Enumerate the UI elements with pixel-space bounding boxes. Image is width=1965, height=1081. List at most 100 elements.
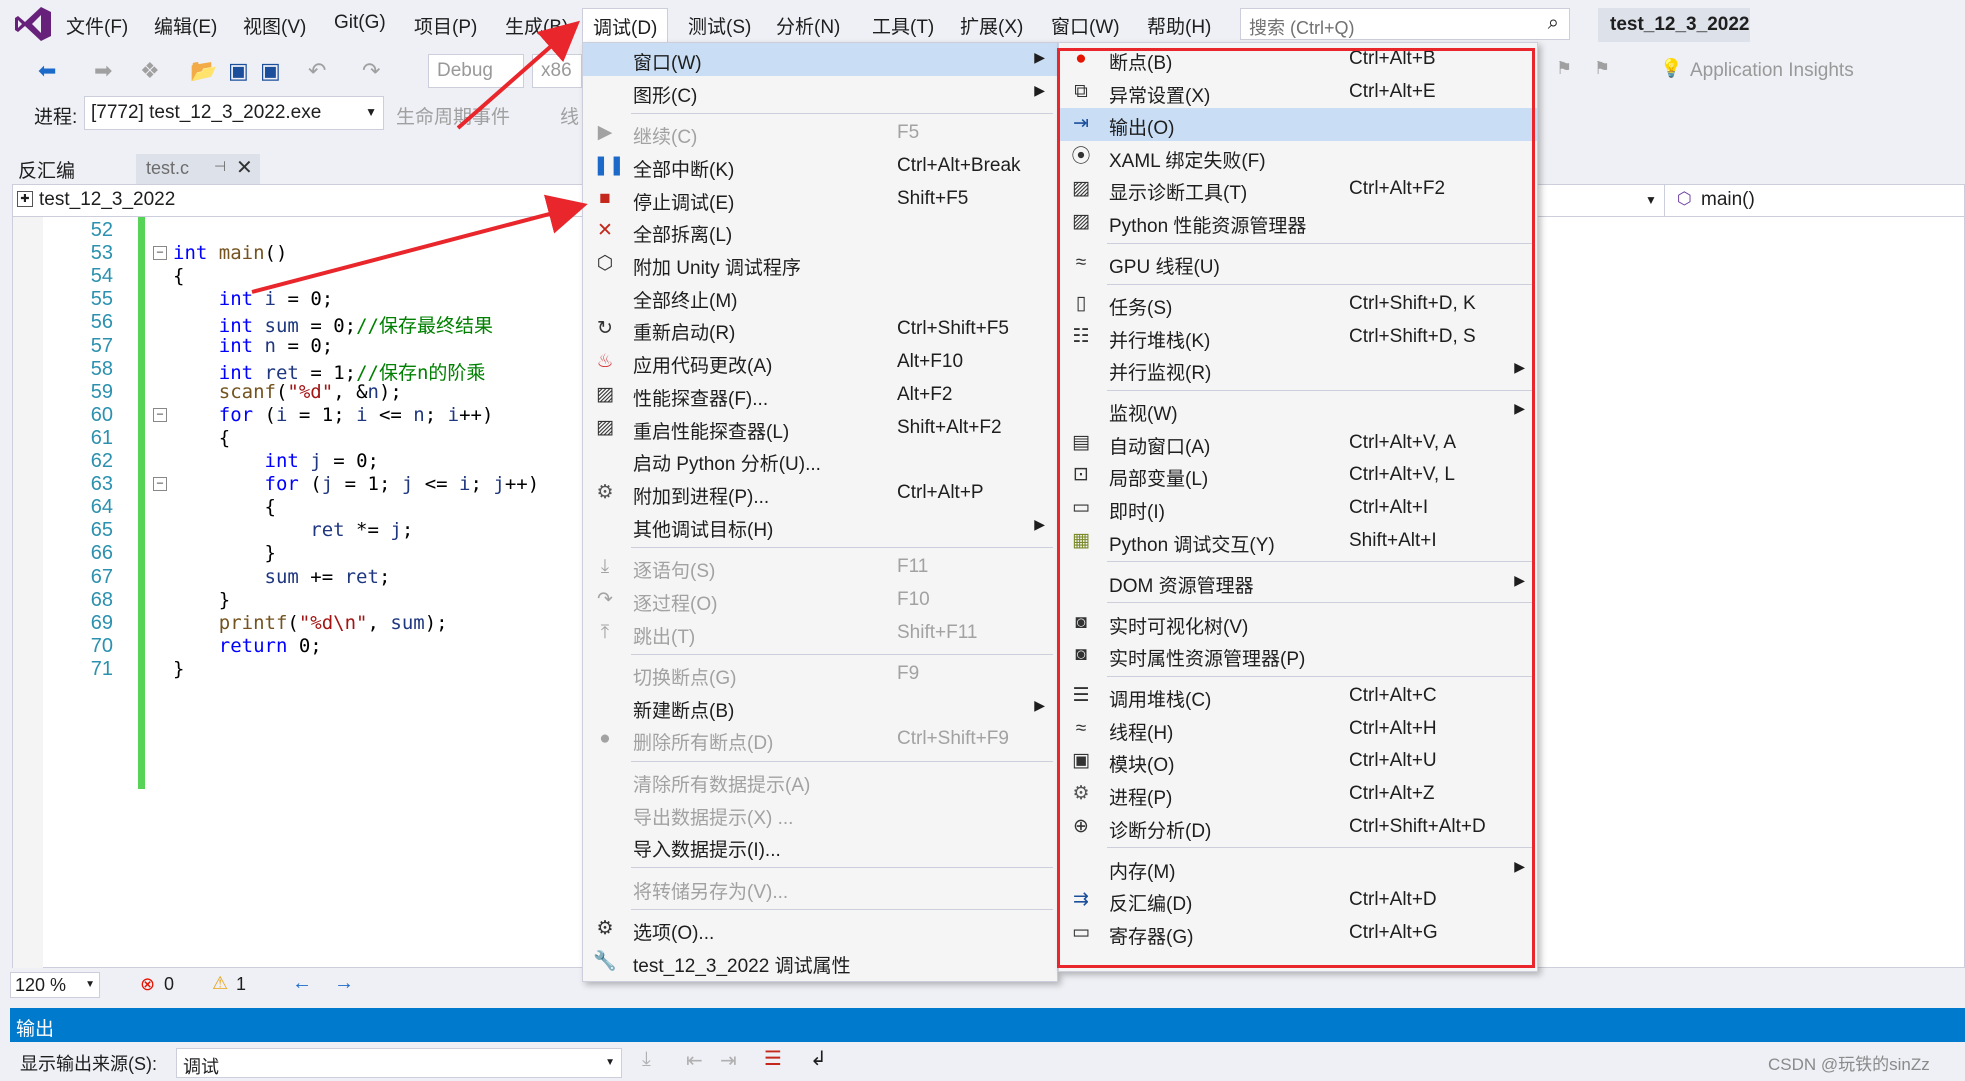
next-message-icon[interactable]: ⇥: [720, 1048, 737, 1073]
menu-item[interactable]: 导入数据提示(I)...: [583, 830, 1057, 863]
menu-git[interactable]: Git(G): [334, 12, 386, 34]
menu-test[interactable]: 测试(S): [688, 12, 751, 39]
output-toolbar: 显示输出来源(S): 调试 ▼ ⤓ ⇤ ⇥ ☰ ↲: [10, 1042, 1965, 1081]
menu-item-label: test_12_3_2022 调试属性: [633, 956, 851, 977]
line-text: {: [173, 496, 276, 519]
function-scope-select[interactable]: main(): [1701, 189, 1755, 211]
menu-item-label: 窗口(W): [633, 53, 702, 74]
clear-all-icon[interactable]: ☰: [764, 1046, 782, 1071]
lifecycle-events-button[interactable]: 生命周期事件: [396, 102, 510, 129]
menu-item-label: 性能探查器(F)...: [633, 388, 769, 410]
process-value: [7772] test_12_3_2022.exe: [91, 102, 322, 123]
warning-icon[interactable]: ⚠: [212, 973, 228, 994]
menu-item[interactable]: ↻ 重新启动(R) Ctrl+Shift+F5: [583, 313, 1057, 346]
undo-icon[interactable]: ↶: [308, 58, 326, 84]
save-all-icon[interactable]: ▣: [260, 58, 281, 84]
output-source-select[interactable]: 调试 ▼: [176, 1048, 622, 1078]
menu-item-shortcut: Alt+F2: [897, 383, 953, 405]
menu-item-label: 全部终止(M): [633, 290, 738, 312]
pin-tab-icon[interactable]: ⊣: [214, 158, 226, 175]
tab-label: test.c: [146, 158, 190, 178]
platform-select[interactable]: x86: [532, 54, 582, 88]
error-icon[interactable]: ⊗: [140, 974, 155, 995]
menu-item[interactable]: ⬡ 附加 Unity 调试程序: [583, 248, 1057, 281]
menu-item[interactable]: 启动 Python 分析(U)...: [583, 444, 1057, 477]
chevron-down-icon[interactable]: ▼: [1645, 193, 1657, 207]
menu-item-label: 其他调试目标(H): [633, 519, 774, 541]
menu-analyze[interactable]: 分析(N): [776, 12, 840, 39]
menu-view[interactable]: 视图(V): [243, 12, 306, 39]
menu-item[interactable]: ❚❚ 全部中断(K) Ctrl+Alt+Break: [583, 150, 1057, 183]
menu-item: 清除所有数据提示(A): [583, 765, 1057, 798]
project-scope-select[interactable]: test_12_3_2022: [39, 189, 175, 211]
menu-item-label: 跳出(T): [633, 626, 696, 648]
line-number: 70: [90, 634, 113, 657]
menu-item[interactable]: 图形(C) ▶: [583, 76, 1057, 109]
prev-message-icon[interactable]: ⇤: [686, 1048, 703, 1073]
menu-item[interactable]: ✕ 全部拆离(L): [583, 215, 1057, 248]
menu-item[interactable]: ▨ 重启性能探查器(L) Shift+Alt+F2: [583, 412, 1057, 445]
next-issue-icon[interactable]: →: [334, 972, 354, 995]
prev-issue-icon[interactable]: ←: [292, 972, 312, 995]
menu-item[interactable]: 全部终止(M): [583, 281, 1057, 314]
fold-toggle-icon[interactable]: −: [153, 246, 167, 261]
menu-help[interactable]: 帮助(H): [1147, 12, 1211, 39]
menu-separator: [631, 908, 1053, 910]
menu-item[interactable]: ■ 停止调试(E) Shift+F5: [583, 183, 1057, 216]
tab-test-c[interactable]: test.c ⊣ ✕: [136, 154, 260, 184]
application-insights-button[interactable]: Application Insights: [1690, 60, 1854, 82]
line-text: }: [173, 542, 276, 565]
menu-build[interactable]: 生成(B): [505, 12, 568, 39]
menu-item[interactable]: ▨ 性能探查器(F)... Alt+F2: [583, 379, 1057, 412]
pin-icon[interactable]: ⚑: [1556, 58, 1572, 79]
stop-icon: ■: [599, 187, 611, 209]
menu-item[interactable]: ♨ 应用代码更改(A) Alt+F10: [583, 346, 1057, 379]
process-select[interactable]: [7772] test_12_3_2022.exe ▼: [84, 96, 384, 130]
zoom-select[interactable]: 120 % ▼: [10, 972, 100, 998]
step-into-icon: ⤓: [600, 556, 610, 578]
word-wrap-icon[interactable]: ↲: [810, 1046, 827, 1071]
visual-studio-logo-icon[interactable]: [14, 6, 52, 42]
menu-tools[interactable]: 工具(T): [872, 12, 934, 39]
forward-icon[interactable]: ➡: [94, 58, 112, 84]
line-text: int main(): [173, 242, 288, 265]
find-message-icon[interactable]: ⤓: [642, 1048, 651, 1071]
close-icon: ✕: [597, 220, 613, 242]
menu-project[interactable]: 项目(P): [414, 12, 477, 39]
line-number: 66: [90, 542, 113, 565]
configuration-select[interactable]: Debug: [428, 54, 524, 88]
menu-item[interactable]: ⚙ 选项(O)...: [583, 913, 1057, 946]
menu-item[interactable]: 其他调试目标(H) ▶: [583, 510, 1057, 543]
filter-icon[interactable]: ⚑: [1594, 58, 1610, 79]
line-text: {: [173, 265, 185, 288]
menu-item-label: 切换断点(G): [633, 668, 737, 689]
menu-item-shortcut: F11: [897, 556, 929, 578]
menu-edit[interactable]: 编辑(E): [154, 12, 217, 39]
tab-disassembly[interactable]: 反汇编: [18, 156, 75, 183]
menu-extensions[interactable]: 扩展(X): [960, 12, 1023, 39]
back-icon[interactable]: ⬅: [38, 58, 56, 84]
fold-toggle-icon[interactable]: −: [153, 407, 167, 422]
menu-window[interactable]: 窗口(W): [1051, 12, 1120, 39]
menu-file[interactable]: 文件(F): [66, 12, 128, 39]
menu-separator: [631, 546, 1053, 548]
fold-toggle-icon[interactable]: −: [153, 477, 167, 492]
close-tab-icon[interactable]: ✕: [236, 155, 253, 180]
search-input[interactable]: 搜索 (Ctrl+Q) ⌕: [1240, 8, 1570, 40]
new-project-icon[interactable]: ❖: [140, 58, 160, 84]
open-folder-icon[interactable]: 📂: [190, 58, 217, 84]
wrench-icon: 🔧: [593, 951, 617, 972]
save-icon[interactable]: ▣: [228, 58, 249, 84]
menu-item[interactable]: 窗口(W) ▶: [583, 43, 1057, 76]
menu-item-label: 导入数据提示(I)...: [633, 840, 781, 862]
redo-icon[interactable]: ↷: [362, 58, 380, 84]
menu-item[interactable]: 🔧 test_12_3_2022 调试属性: [583, 946, 1057, 979]
chevron-down-icon: ▼: [85, 979, 95, 990]
output-panel-header[interactable]: 输出: [10, 1008, 1965, 1042]
line-text: for (j = 1; j <= i; j++): [264, 473, 540, 496]
menu-item[interactable]: 新建断点(B) ▶: [583, 691, 1057, 724]
menu-item[interactable]: ⚙ 附加到进程(P)... Ctrl+Alt+P: [583, 477, 1057, 510]
gears-icon: ⚙: [596, 481, 614, 503]
menu-item: 导出数据提示(X) ...: [583, 798, 1057, 831]
menu-item-shortcut: F5: [897, 122, 920, 144]
